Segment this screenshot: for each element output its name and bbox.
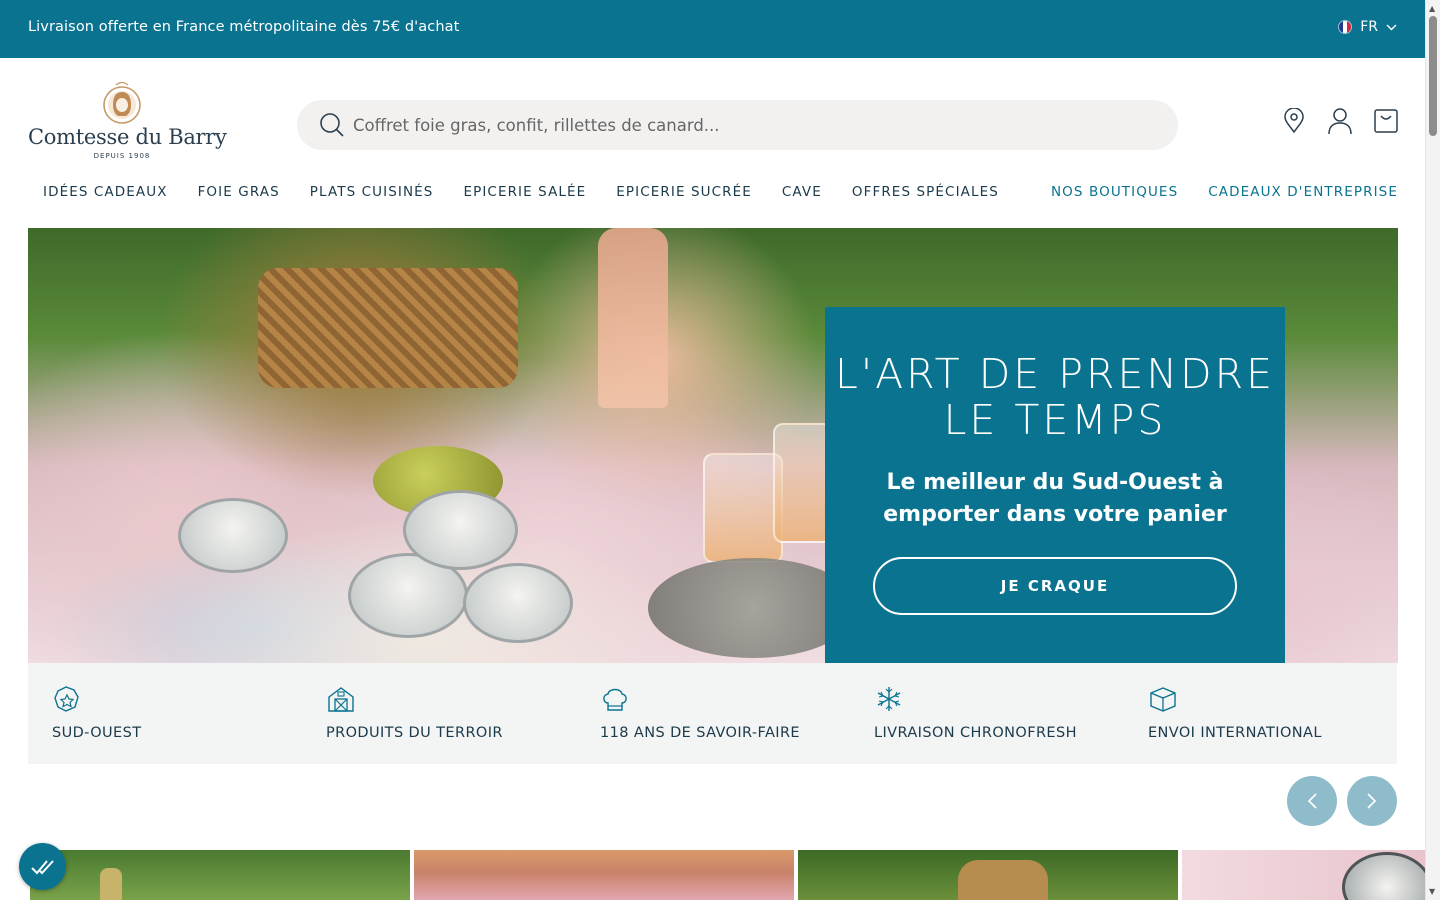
je-craque-button[interactable]: JE CRAQUE: [873, 557, 1237, 615]
nav-cave[interactable]: CAVE: [782, 184, 822, 200]
cart-icon[interactable]: [1372, 106, 1400, 136]
feature-label: ENVOI INTERNATIONAL: [1148, 725, 1322, 741]
nav-epicerie-salee[interactable]: EPICERIE SALÉE: [463, 184, 586, 200]
logo-wordmark: Comtesse du Barry: [28, 125, 227, 149]
hero-panel: L'ART DE PRENDRE LE TEMPS Le meilleur du…: [825, 307, 1285, 663]
logo-since: DEPUIS 1908: [93, 152, 151, 160]
package-icon: [1150, 687, 1176, 712]
promo-text: Livraison offerte en France métropolitai…: [28, 19, 460, 35]
chevron-right-icon: [1367, 793, 1377, 809]
nav-nos-boutiques[interactable]: NOS BOUTIQUES: [1051, 184, 1178, 200]
checkmarks-icon: [30, 859, 54, 874]
carousel-thumbnail[interactable]: [798, 850, 1178, 900]
feature-label: LIVRAISON CHRONOFRESH: [874, 725, 1077, 741]
chevron-down-icon: [1386, 24, 1397, 30]
nav-epicerie-sucree[interactable]: EPICERIE SUCRÉE: [616, 184, 752, 200]
barn-icon: [328, 687, 354, 712]
search-bar[interactable]: [297, 100, 1178, 150]
main-navigation: IDÉES CADEAUX FOIE GRAS PLATS CUISINÉS E…: [28, 184, 1398, 204]
location-icon[interactable]: [1280, 106, 1308, 136]
feature-envoi-international: ENVOI INTERNATIONAL: [1148, 685, 1322, 741]
site-logo[interactable]: Comtesse du Barry DEPUIS 1908: [28, 80, 227, 162]
header-actions: [1280, 106, 1400, 136]
account-icon[interactable]: [1326, 106, 1354, 136]
french-flag-icon: [1338, 20, 1353, 34]
scroll-thumb[interactable]: [1429, 16, 1437, 136]
feature-label: SUD-OUEST: [52, 725, 142, 741]
chevron-left-icon: [1307, 793, 1317, 809]
region-map-icon: [54, 686, 79, 712]
hero-subtitle: Le meilleur du Sud-Ouest à emporter dans…: [883, 470, 1227, 527]
snowflake-icon: [877, 687, 901, 711]
carousel-thumbnail[interactable]: [30, 850, 410, 900]
nav-idees-cadeaux[interactable]: IDÉES CADEAUX: [43, 184, 168, 200]
nav-cadeaux-entreprise[interactable]: CADEAUX D'ENTREPRISE: [1208, 184, 1398, 200]
nav-offres-speciales[interactable]: OFFRES SPÉCIALES: [852, 184, 999, 200]
search-icon[interactable]: [319, 112, 345, 138]
language-code: FR: [1360, 19, 1378, 35]
features-strip: SUD-OUEST PRODUITS DU TERROIR 118 ANS DE…: [28, 663, 1397, 764]
promo-bar: Livraison offerte en France métropolitai…: [0, 0, 1425, 58]
cookie-consent-button[interactable]: [19, 843, 66, 890]
feature-label: 118 ANS DE SAVOIR-FAIRE: [600, 725, 800, 741]
carousel-next-button[interactable]: [1347, 776, 1397, 826]
carousel-thumbnail[interactable]: [1182, 850, 1425, 900]
search-input[interactable]: [353, 100, 1133, 150]
feature-sud-ouest: SUD-OUEST: [52, 685, 141, 741]
feature-label: PRODUITS DU TERROIR: [326, 725, 503, 741]
hero-banner[interactable]: L'ART DE PRENDRE LE TEMPS Le meilleur du…: [28, 228, 1398, 663]
nav-foie-gras[interactable]: FOIE GRAS: [198, 184, 280, 200]
feature-savoir-faire: 118 ANS DE SAVOIR-FAIRE: [600, 685, 800, 741]
hero-title: L'ART DE PRENDRE LE TEMPS: [834, 350, 1275, 444]
scroll-up-arrow-icon[interactable]: ▲: [1429, 4, 1435, 13]
language-selector[interactable]: FR: [1338, 19, 1397, 35]
feature-produits-terroir: PRODUITS DU TERROIR: [326, 685, 503, 741]
countess-emblem-icon: [103, 81, 141, 124]
carousel-prev-button[interactable]: [1287, 776, 1337, 826]
chef-hat-icon: [603, 688, 627, 711]
page-scrollbar[interactable]: ▲ ▼: [1425, 0, 1440, 900]
nav-plats-cuisines[interactable]: PLATS CUISINÉS: [310, 184, 434, 200]
scroll-down-arrow-icon[interactable]: ▼: [1429, 887, 1435, 896]
carousel-thumbnail[interactable]: [414, 850, 794, 900]
feature-chronofresh: LIVRAISON CHRONOFRESH: [874, 685, 1077, 741]
